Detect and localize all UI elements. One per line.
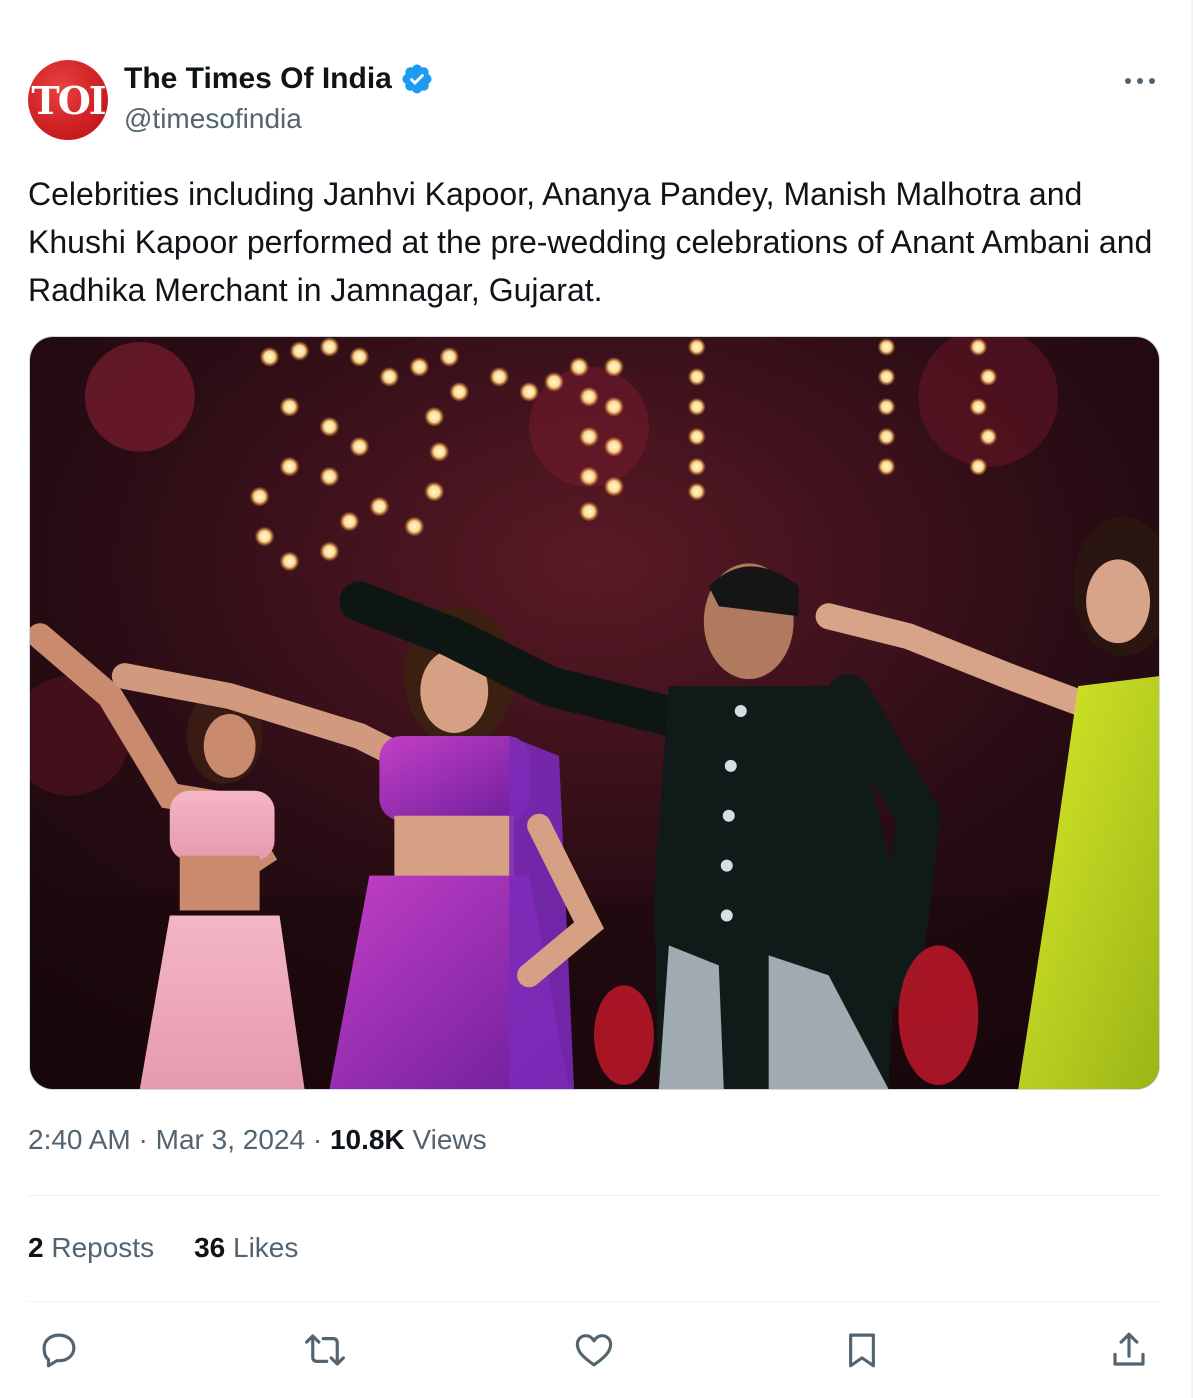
divider bbox=[28, 1301, 1160, 1302]
avatar-logo-text: TOI bbox=[31, 77, 106, 123]
likes-label: Likes bbox=[233, 1232, 299, 1263]
reposts-label: Reposts bbox=[51, 1232, 155, 1263]
bookmark-icon bbox=[849, 1333, 875, 1368]
reply-button[interactable] bbox=[37, 1328, 81, 1372]
meta-separator-2: · bbox=[312, 1124, 323, 1155]
tweet-photo[interactable] bbox=[29, 336, 1160, 1090]
more-dots-icon bbox=[1125, 78, 1155, 84]
reply-icon bbox=[42, 1333, 76, 1368]
tweet-time[interactable]: 2:40 AM bbox=[28, 1124, 131, 1155]
tweet-date[interactable]: Mar 3, 2024 bbox=[156, 1124, 305, 1155]
likes-count: 36 bbox=[194, 1232, 226, 1263]
author-display-name[interactable]: The Times Of India bbox=[124, 62, 392, 96]
tweet-card: TOI The Times Of India @timesofindia Cel… bbox=[0, 0, 1193, 1398]
reposts-stat[interactable]: 2 Reposts bbox=[28, 1232, 154, 1264]
photo-illustration bbox=[30, 337, 1159, 1089]
engagement-stats: 2 Reposts 36 Likes bbox=[28, 1232, 298, 1264]
action-bar bbox=[0, 1328, 1193, 1376]
share-button[interactable] bbox=[1107, 1328, 1151, 1372]
likes-stat[interactable]: 36 Likes bbox=[194, 1232, 298, 1264]
heart-icon bbox=[575, 1334, 613, 1367]
views-count: 10.8K bbox=[329, 1124, 405, 1155]
reposts-count: 2 bbox=[28, 1232, 44, 1263]
more-options-button[interactable] bbox=[1120, 66, 1160, 96]
repost-icon bbox=[305, 1334, 345, 1366]
divider bbox=[28, 1195, 1160, 1196]
bookmark-button[interactable] bbox=[840, 1328, 884, 1372]
tweet-text: Celebrities including Janhvi Kapoor, Ana… bbox=[28, 176, 1153, 308]
views-label: Views bbox=[412, 1124, 487, 1155]
tweet-meta: 2:40 AM · Mar 3, 2024 · 10.8K Views bbox=[28, 1124, 487, 1156]
like-button[interactable] bbox=[572, 1328, 616, 1372]
repost-button[interactable] bbox=[303, 1328, 347, 1372]
verified-badge-icon bbox=[402, 64, 432, 94]
avatar[interactable]: TOI bbox=[28, 60, 108, 140]
meta-separator: · bbox=[138, 1124, 148, 1155]
author-handle[interactable]: @timesofindia bbox=[124, 103, 302, 135]
share-icon bbox=[1113, 1332, 1145, 1366]
author-name-row: The Times Of India bbox=[124, 62, 434, 96]
